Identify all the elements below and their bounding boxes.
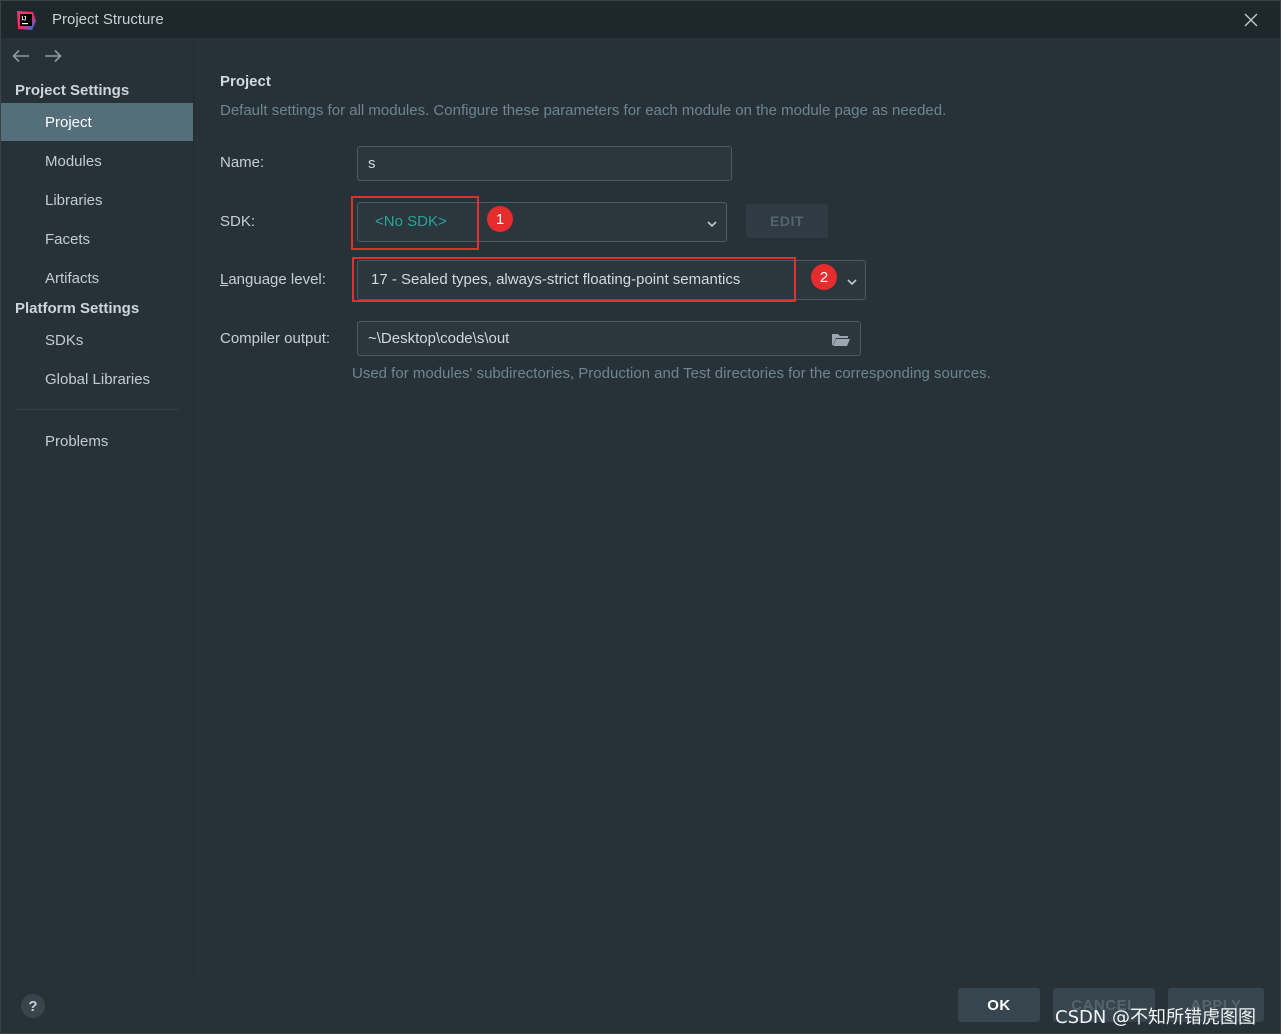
svg-text:IJ: IJ [22, 17, 27, 23]
ok-button[interactable]: OK [958, 988, 1040, 1022]
back-button[interactable] [11, 46, 31, 66]
sidebar-item-modules[interactable]: Modules [1, 142, 193, 180]
language-level-label: Language level: [220, 271, 326, 288]
compiler-output-hint: Used for modules' subdirectories, Produc… [352, 365, 991, 382]
sidebar-item-label: Artifacts [45, 269, 100, 287]
title-bar: IJ Project Structure [1, 1, 1280, 38]
compiler-output-field[interactable]: ~\Desktop\code\s\out [357, 321, 861, 356]
sidebar-item-label: Problems [45, 432, 109, 450]
project-settings-header: Project Settings [15, 82, 130, 99]
sidebar-item-global-libraries[interactable]: Global Libraries [1, 360, 193, 398]
sidebar-item-label: Facets [45, 230, 91, 248]
sidebar-item-label: Global Libraries [45, 370, 151, 388]
language-level-label-text: anguage level: [228, 271, 326, 288]
sdk-label: SDK: [220, 213, 256, 230]
sidebar-item-libraries[interactable]: Libraries [1, 181, 193, 219]
project-structure-dialog: IJ Project Structure Project Settings Pr… [0, 0, 1281, 1034]
page-title: Project [220, 73, 271, 90]
sdk-selected-value: <No SDK> [375, 213, 447, 230]
sidebar-item-label: SDKs [45, 331, 84, 349]
sidebar-item-problems[interactable]: Problems [1, 422, 193, 460]
help-button[interactable]: ? [21, 994, 45, 1018]
platform-settings-header: Platform Settings [15, 300, 140, 317]
sidebar-divider [15, 409, 179, 410]
sidebar-item-label: Project [45, 113, 92, 131]
watermark: CSDN @不知所错虎图图 [1055, 1007, 1257, 1028]
sidebar-item-facets[interactable]: Facets [1, 220, 193, 258]
name-label: Name: [220, 154, 265, 171]
annotation-badge-2: 2 [811, 264, 837, 290]
annotation-badge-1: 1 [487, 206, 513, 232]
folder-open-icon[interactable] [831, 331, 851, 347]
history-navigation [11, 46, 63, 66]
chevron-down-icon [707, 221, 717, 228]
window-title: Project Structure [52, 11, 164, 28]
compiler-output-value: ~\Desktop\code\s\out [368, 330, 510, 347]
sidebar-item-label: Modules [45, 152, 102, 170]
close-button[interactable] [1241, 10, 1261, 30]
arrow-left-icon [12, 49, 29, 63]
close-icon [1244, 13, 1258, 27]
sidebar-item-project[interactable]: Project [1, 103, 193, 141]
arrow-right-icon [45, 49, 62, 63]
edit-sdk-button[interactable]: EDIT [746, 204, 828, 238]
sidebar-item-sdks[interactable]: SDKs [1, 321, 193, 359]
name-input[interactable] [357, 146, 732, 181]
forward-button[interactable] [43, 46, 63, 66]
sidebar-item-artifacts[interactable]: Artifacts [1, 259, 193, 297]
project-settings-panel: Project Default settings for all modules… [194, 38, 1280, 978]
intellij-logo-icon: IJ [17, 11, 36, 30]
compiler-output-label: Compiler output: [220, 330, 331, 347]
chevron-down-icon [847, 279, 857, 286]
language-level-selected-value: 17 - Sealed types, always-strict floatin… [371, 271, 741, 288]
sidebar-item-label: Libraries [45, 191, 103, 209]
sidebar: Project Settings Project Modules Librari… [1, 38, 194, 978]
language-level-dropdown[interactable]: 17 - Sealed types, always-strict floatin… [357, 260, 866, 300]
page-description: Default settings for all modules. Config… [220, 102, 947, 119]
sdk-dropdown[interactable]: <No SDK> [357, 202, 727, 242]
